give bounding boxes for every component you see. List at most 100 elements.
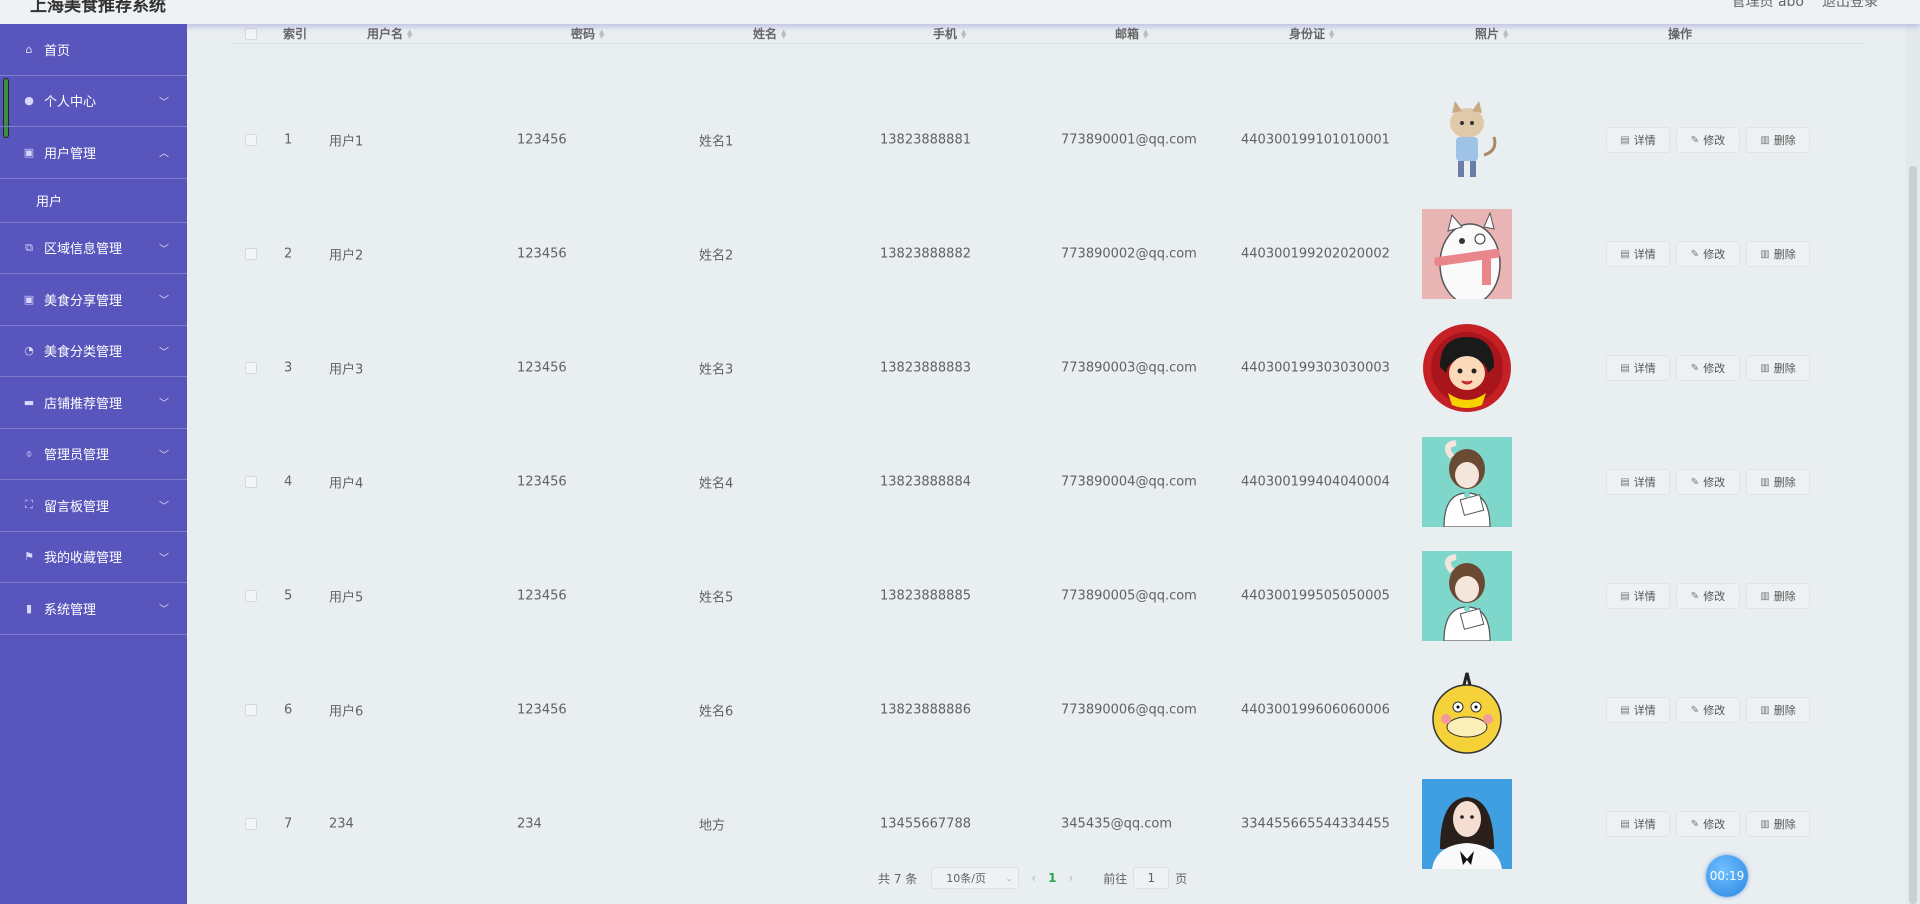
delete-button[interactable]: ▥ 删除	[1746, 811, 1810, 837]
sidebar-item-label: 留言板管理	[44, 499, 110, 515]
user-photo[interactable]	[1422, 95, 1512, 185]
sidebar-item-label: 区域信息管理	[44, 242, 123, 258]
page-number-current[interactable]: 1	[1048, 871, 1056, 885]
cell-password: 123456	[517, 132, 567, 148]
sidebar-item-6[interactable]: ▬ 店铺推荐管理 ﹀	[0, 377, 187, 429]
row-checkbox[interactable]	[245, 248, 257, 260]
sidebar-item-5[interactable]: ◔ 美食分类管理 ﹀	[0, 326, 187, 377]
chevron-down-icon: ﹀	[159, 553, 169, 565]
delete-button[interactable]: ▥ 删除	[1746, 127, 1810, 153]
header-phone[interactable]: 手机 ▲ ▼	[933, 25, 966, 42]
sort-icon[interactable]: ▲ ▼	[1143, 28, 1148, 39]
sort-icon[interactable]: ▲ ▼	[961, 28, 966, 39]
header-name[interactable]: 姓名 ▲ ▼	[753, 25, 786, 42]
page-size-select[interactable]: 10条/页 ⌄	[931, 867, 1020, 889]
next-page-icon[interactable]: ›	[1068, 871, 1073, 885]
header-photo[interactable]: 照片 ▲ ▼	[1475, 25, 1508, 42]
delete-button[interactable]: ▥ 删除	[1746, 355, 1810, 381]
cell-index: 3	[284, 360, 293, 376]
sidebar-item-7[interactable]: ⌽ 管理员管理 ﹀	[0, 429, 187, 480]
edit-button[interactable]: ✎ 修改	[1676, 241, 1740, 267]
goto-page-input[interactable]: 1	[1133, 867, 1170, 889]
detail-button[interactable]: ▤ 详情	[1606, 469, 1670, 495]
cell-phone: 13455667788	[880, 816, 971, 832]
sidebar-subitem-user[interactable]: 用户	[0, 178, 187, 223]
cell-email: 773890006@qq.com	[1061, 702, 1197, 718]
detail-button[interactable]: ▤ 详情	[1606, 697, 1670, 723]
chevron-down-icon: ﹀	[159, 398, 169, 410]
detail-button[interactable]: ▤ 详情	[1606, 583, 1670, 609]
row-checkbox[interactable]	[245, 818, 257, 830]
header-username[interactable]: 用户名 ▲ ▼	[367, 25, 412, 42]
detail-button[interactable]: ▤ 详情	[1606, 241, 1670, 267]
user-photo[interactable]	[1422, 551, 1512, 641]
sort-icon[interactable]: ▲ ▼	[781, 28, 786, 39]
chat-icon: ▬	[23, 395, 35, 409]
cell-phone: 13823888886	[880, 702, 971, 718]
row-checkbox[interactable]	[245, 590, 257, 602]
cell-name: 姓名6	[699, 704, 734, 720]
sidebar-item-2[interactable]: ▣ 用户管理 ︿	[0, 127, 187, 179]
edit-button[interactable]: ✎ 修改	[1676, 355, 1740, 381]
sidebar-item-4[interactable]: ▣ 美食分享管理 ﹀	[0, 274, 187, 326]
detail-button[interactable]: ▤ 详情	[1606, 811, 1670, 837]
edit-button[interactable]: ✎ 修改	[1676, 811, 1740, 837]
row-checkbox[interactable]	[245, 362, 257, 374]
user-photo[interactable]	[1422, 323, 1512, 413]
sidebar-item-label: 用户管理	[44, 146, 97, 162]
delete-button[interactable]: ▥ 删除	[1746, 697, 1810, 723]
edit-button[interactable]: ✎ 修改	[1676, 469, 1740, 495]
logout-link[interactable]: 退出登录	[1822, 0, 1878, 11]
app-title: 上海美食推荐系统	[30, 0, 166, 16]
sort-icon[interactable]: ▲ ▼	[407, 28, 412, 39]
sidebar-item-9[interactable]: ⚑ 我的收藏管理 ﹀	[0, 532, 187, 583]
header-password[interactable]: 密码 ▲ ▼	[571, 25, 604, 42]
detail-button[interactable]: ▤ 详情	[1606, 127, 1670, 153]
row-checkbox[interactable]	[245, 704, 257, 716]
delete-button[interactable]: ▥ 删除	[1746, 469, 1810, 495]
page-scrollbar[interactable]	[1906, 24, 1920, 904]
sort-icon[interactable]: ▲ ▼	[1503, 28, 1508, 39]
pencil-icon: ✎	[1690, 476, 1700, 488]
sidebar-item-1[interactable]: ● 个人中心 ﹀	[0, 76, 187, 127]
header-idcard[interactable]: 身份证 ▲ ▼	[1289, 25, 1334, 42]
sidebar-item-10[interactable]: ▮ 系统管理 ﹀	[0, 583, 187, 635]
sidebar-menu: ⌂ 首页 ● 个人中心 ﹀ ▣ 用户管理 ︿ 用户 ⧉ 区域信息管理 ﹀ ▣ 美食分享管理 ﹀ ◔ 美食分类管理…	[0, 24, 187, 635]
sort-icon[interactable]: ▲ ▼	[599, 28, 604, 39]
pencil-icon: ✎	[1690, 248, 1700, 260]
cell-idcard: 440300199303030003	[1241, 360, 1390, 376]
delete-button-label: 删除	[1773, 476, 1796, 489]
chevron-down-icon: ﹀	[159, 244, 169, 256]
edit-button[interactable]: ✎ 修改	[1676, 583, 1740, 609]
header-index: 索引	[283, 27, 308, 41]
sidebar-item-3[interactable]: ⧉ 区域信息管理 ﹀	[0, 223, 187, 274]
delete-button-label: 删除	[1773, 362, 1796, 375]
sort-icon[interactable]: ▲ ▼	[1329, 28, 1334, 39]
detail-button[interactable]: ▤ 详情	[1606, 355, 1670, 381]
edit-button[interactable]: ✎ 修改	[1676, 127, 1740, 153]
user-photo[interactable]	[1422, 665, 1512, 755]
row-checkbox[interactable]	[245, 134, 257, 146]
sidebar-item-8[interactable]: ⛶ 留言板管理 ﹀	[0, 480, 187, 532]
user-photo[interactable]	[1422, 779, 1512, 869]
sidebar-item-0[interactable]: ⌂ 首页	[0, 24, 187, 76]
chevron-down-icon: ﹀	[159, 97, 169, 109]
sidebar-item-label: 首页	[44, 43, 71, 59]
chevron-down-icon: ﹀	[159, 347, 169, 359]
prev-page-icon[interactable]: ‹	[1031, 871, 1036, 885]
delete-button[interactable]: ▥ 删除	[1746, 583, 1810, 609]
user-photo[interactable]	[1422, 209, 1512, 299]
user-photo[interactable]	[1422, 437, 1512, 527]
edit-button[interactable]: ✎ 修改	[1676, 697, 1740, 723]
header-email[interactable]: 邮箱 ▲ ▼	[1115, 25, 1148, 42]
cell-idcard: 440300199404040004	[1241, 474, 1390, 490]
chevron-up-icon: ︿	[159, 148, 169, 160]
select-all-checkbox[interactable]	[245, 28, 257, 40]
recording-timer[interactable]: 00:19	[1706, 855, 1748, 897]
cell-name: 地方	[699, 818, 726, 834]
pencil-icon: ✎	[1690, 590, 1700, 602]
page-scrollbar-thumb[interactable]	[1909, 166, 1917, 904]
row-checkbox[interactable]	[245, 476, 257, 488]
delete-button[interactable]: ▥ 删除	[1746, 241, 1810, 267]
cell-email: 773890003@qq.com	[1061, 360, 1197, 376]
